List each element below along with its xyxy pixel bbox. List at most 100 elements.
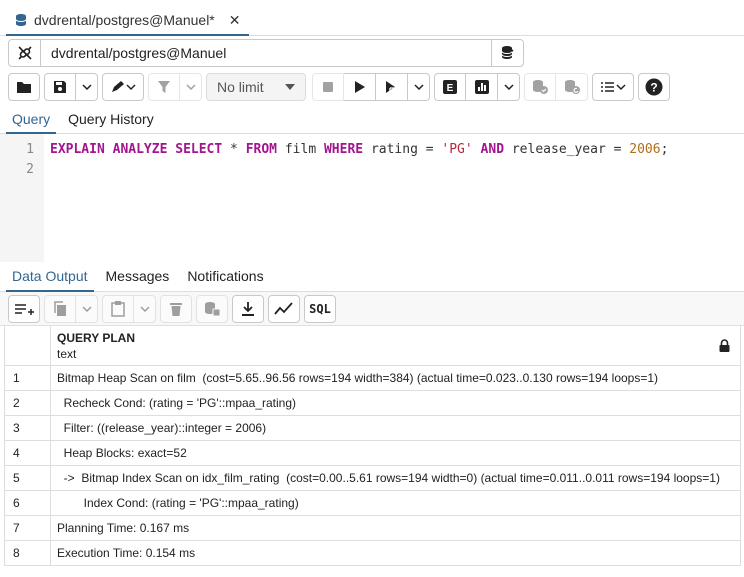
sql-token: AND bbox=[480, 142, 505, 157]
copy-options-button[interactable] bbox=[76, 295, 98, 323]
line-number: 1 bbox=[26, 142, 34, 157]
lock-icon bbox=[719, 339, 730, 352]
help-button[interactable]: ? bbox=[638, 73, 670, 101]
query-plan-cell[interactable]: Recheck Cond: (rating = 'PG'::mpaa_ratin… bbox=[57, 391, 728, 415]
row-number[interactable]: 8 bbox=[5, 541, 51, 565]
query-tab-title: dvdrental/postgres@Manuel* bbox=[34, 12, 215, 28]
rollback-button[interactable] bbox=[556, 73, 588, 101]
row-limit-value: No limit bbox=[217, 79, 264, 95]
chevron-down-icon bbox=[81, 84, 92, 90]
query-plan-cell[interactable]: Index Cond: (rating = 'PG'::mpaa_rating) bbox=[57, 491, 728, 515]
database-save-icon bbox=[205, 302, 221, 317]
table-row[interactable]: 8 Execution Time: 0.154 ms bbox=[5, 541, 740, 566]
sql-token: SELECT bbox=[175, 142, 223, 157]
query-toolbar: No limit E ? bbox=[8, 72, 674, 102]
tab-messages[interactable]: Messages bbox=[100, 262, 176, 292]
save-options-button[interactable] bbox=[76, 73, 98, 101]
explain-button[interactable]: E bbox=[434, 73, 466, 101]
paste-button[interactable] bbox=[102, 295, 134, 323]
row-number[interactable]: 1 bbox=[5, 366, 51, 390]
edit-button[interactable] bbox=[102, 73, 144, 101]
execute-button[interactable] bbox=[344, 73, 376, 101]
download-icon bbox=[242, 302, 254, 316]
new-connection-button[interactable] bbox=[491, 39, 524, 67]
query-plan-cell[interactable]: Filter: ((release_year)::integer = 2006) bbox=[57, 416, 728, 440]
tab-notifications[interactable]: Notifications bbox=[181, 262, 269, 292]
chevron-down-icon bbox=[413, 84, 424, 90]
close-icon[interactable]: ✕ bbox=[229, 12, 241, 29]
grid-header: QUERY PLAN text bbox=[5, 326, 740, 366]
sql-token: WHERE bbox=[323, 142, 364, 157]
explain-options-button[interactable] bbox=[498, 73, 520, 101]
download-button[interactable] bbox=[232, 295, 264, 323]
save-data-button[interactable] bbox=[196, 295, 228, 323]
table-row[interactable]: 6 Index Cond: (rating = 'PG'::mpaa_ratin… bbox=[5, 491, 740, 516]
row-number[interactable]: 5 bbox=[5, 466, 51, 490]
row-number[interactable]: 4 bbox=[5, 441, 51, 465]
table-row[interactable]: 1 Bitmap Heap Scan on film (cost=5.65..96… bbox=[5, 366, 740, 391]
tab-query-history[interactable]: Query History bbox=[62, 106, 160, 134]
database-check-icon bbox=[533, 80, 548, 94]
database-plus-icon bbox=[501, 46, 513, 59]
tab-bar: dvdrental/postgres@Manuel* ✕ bbox=[0, 0, 744, 36]
clipboard-icon bbox=[111, 301, 125, 317]
sql-code-line[interactable]: EXPLAIN ANALYZE SELECT * FROM film WHERE… bbox=[50, 142, 668, 157]
stop-icon bbox=[323, 82, 333, 92]
commit-button[interactable] bbox=[524, 73, 556, 101]
sql-token: film bbox=[277, 142, 324, 157]
delete-row-button[interactable] bbox=[160, 295, 192, 323]
query-plan-cell[interactable]: -> Bitmap Index Scan on idx_film_rating … bbox=[57, 466, 728, 490]
connection-selector[interactable]: dvdrental/postgres@Manuel bbox=[8, 39, 524, 67]
chevron-down-icon bbox=[503, 84, 514, 90]
tab-query[interactable]: Query bbox=[6, 106, 57, 134]
execute-options-button[interactable] bbox=[408, 73, 430, 101]
connection-label: dvdrental/postgres@Manuel bbox=[51, 45, 227, 61]
table-row[interactable]: 7 Planning Time: 0.167 ms bbox=[5, 516, 740, 541]
add-row-button[interactable] bbox=[8, 295, 40, 323]
query-plan-cell[interactable]: Planning Time: 0.167 ms bbox=[57, 516, 728, 540]
sql-button[interactable]: SQL bbox=[304, 295, 336, 323]
save-icon bbox=[54, 81, 66, 93]
sql-editor[interactable]: 1 2 EXPLAIN ANALYZE SELECT * FROM film W… bbox=[0, 134, 744, 262]
save-button[interactable] bbox=[44, 73, 76, 101]
line-chart-icon bbox=[274, 302, 293, 315]
open-file-button[interactable] bbox=[8, 73, 40, 101]
explain-icon: E bbox=[443, 80, 457, 94]
query-tab[interactable]: dvdrental/postgres@Manuel* ✕ bbox=[6, 6, 249, 36]
connection-status-icon bbox=[9, 40, 41, 66]
table-row[interactable]: 2 Recheck Cond: (rating = 'PG'::mpaa_rat… bbox=[5, 391, 740, 416]
sql-token: 'PG' bbox=[441, 142, 473, 157]
query-plan-cell[interactable]: Heap Blocks: exact=52 bbox=[57, 441, 728, 465]
stop-button[interactable] bbox=[312, 73, 344, 101]
add-row-icon bbox=[15, 304, 34, 315]
row-number[interactable]: 7 bbox=[5, 516, 51, 540]
row-number[interactable]: 6 bbox=[5, 491, 51, 515]
query-tabs: Query Query History bbox=[0, 106, 744, 134]
database-icon bbox=[15, 14, 27, 26]
copy-button[interactable] bbox=[44, 295, 76, 323]
filter-button[interactable] bbox=[148, 73, 180, 101]
explain-analyze-button[interactable] bbox=[466, 73, 498, 101]
macros-button[interactable] bbox=[592, 73, 634, 101]
table-row[interactable]: 5 -> Bitmap Index Scan on idx_film_ratin… bbox=[5, 466, 740, 491]
table-row[interactable]: 4 Heap Blocks: exact=52 bbox=[5, 441, 740, 466]
graph-visualiser-button[interactable] bbox=[268, 295, 300, 323]
column-name: QUERY PLAN bbox=[57, 331, 136, 345]
table-row[interactable]: 3 Filter: ((release_year)::integer = 200… bbox=[5, 416, 740, 441]
query-plan-cell[interactable]: Bitmap Heap Scan on film (cost=5.65..96.… bbox=[57, 366, 728, 390]
row-limit-select[interactable]: No limit bbox=[206, 73, 306, 101]
folder-icon bbox=[17, 82, 31, 93]
row-number-header bbox=[5, 326, 51, 366]
row-number[interactable]: 2 bbox=[5, 391, 51, 415]
execute-script-button[interactable] bbox=[376, 73, 408, 101]
row-number[interactable]: 3 bbox=[5, 416, 51, 440]
database-undo-icon bbox=[564, 80, 580, 94]
tab-data-output[interactable]: Data Output bbox=[6, 262, 94, 292]
output-tabs: Data Output Messages Notifications bbox=[0, 262, 744, 292]
chevron-down-icon bbox=[139, 306, 150, 312]
sql-token: release_year = bbox=[504, 142, 630, 157]
paste-options-button[interactable] bbox=[134, 295, 156, 323]
filter-options-button[interactable] bbox=[180, 73, 202, 101]
query-plan-cell[interactable]: Execution Time: 0.154 ms bbox=[57, 541, 728, 565]
sql-token: 2006 bbox=[629, 142, 661, 157]
